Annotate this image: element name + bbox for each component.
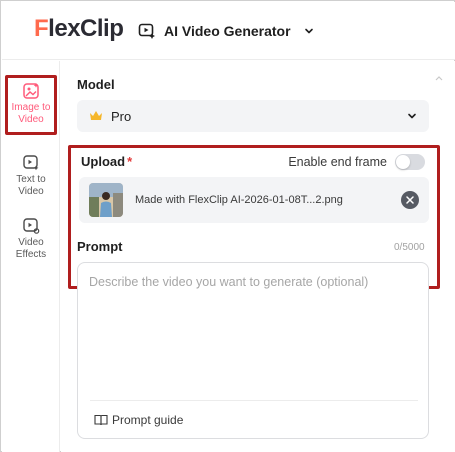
model-selected-value: Pro [111,108,132,124]
prompt-box: Prompt guide [77,262,429,439]
book-icon [94,414,108,426]
prompt-guide-label: Prompt guide [112,413,184,427]
remove-file-button[interactable] [401,191,419,209]
divider [90,400,418,401]
chevron-down-icon [304,28,313,34]
end-frame-control: Enable end frame [288,154,425,170]
uploaded-file-name: Made with FlexClip AI-2026-01-08T...2.pn… [135,194,343,206]
generator-panel: Model Pro Upload * Enable end frame Made… [61,61,455,452]
text-to-video-icon [23,155,39,171]
logo-accent-letter: F [34,15,49,42]
tool-selector[interactable]: AI Video Generator [138,19,315,43]
image-to-video-icon [23,83,39,99]
crown-icon [90,111,102,120]
toggle-knob [396,155,410,169]
upload-label-text: Upload [81,154,126,169]
scroll-up-icon[interactable] [435,75,443,81]
chevron-down-icon [408,113,416,119]
sidebar-item-label: Video Effects [15,237,47,260]
ai-video-icon [138,23,155,39]
prompt-char-counter: 0/5000 [394,242,425,253]
sidebar-item-text-to-video[interactable]: Text to Video [4,150,58,212]
sidebar-item-label: Text to Video [16,174,46,197]
uploaded-file: Made with FlexClip AI-2026-01-08T...2.pn… [79,177,429,223]
app-window: FlexClip AI Video Generator Image to Vid… [0,0,455,452]
left-sidebar: Image to Video Text to Video Video Effec… [2,61,60,452]
end-frame-toggle[interactable] [395,154,425,170]
prompt-label: Prompt [77,239,123,254]
model-dropdown[interactable]: Pro [77,100,429,132]
tool-selector-label: AI Video Generator [164,23,291,39]
sidebar-item-image-to-video[interactable]: Image to Video [5,75,57,135]
prompt-input[interactable] [89,275,419,393]
video-effects-icon [23,218,40,234]
upload-label: Upload * [81,154,132,169]
logo-text: lexClip [48,15,124,42]
prompt-guide-button[interactable]: Prompt guide [94,413,183,427]
sidebar-item-label: Image to Video [11,102,51,125]
end-frame-label: Enable end frame [288,155,387,169]
model-label: Model [77,77,115,92]
uploaded-image-thumbnail[interactable] [89,183,123,217]
top-bar: FlexClip AI Video Generator [2,2,455,60]
required-mark: * [127,154,133,169]
flexclip-logo[interactable]: FlexClip [34,15,124,43]
sidebar-item-video-effects[interactable]: Video Effects [4,213,58,275]
close-icon [406,196,414,204]
